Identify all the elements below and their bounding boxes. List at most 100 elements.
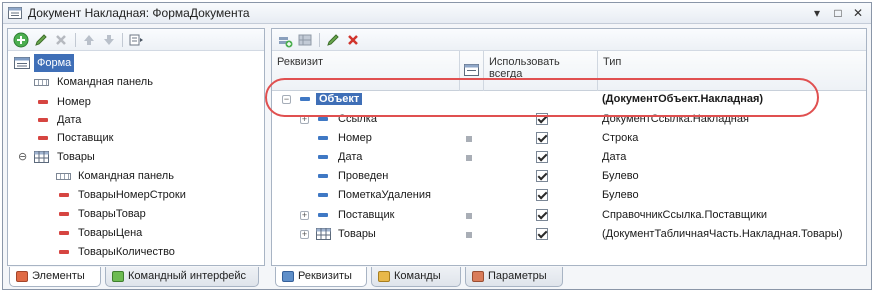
tree-item-goods[interactable]: ⊖ Товары	[12, 148, 262, 166]
table-icon	[34, 151, 49, 163]
collapse-icon[interactable]: −	[282, 95, 291, 104]
toolbar-separator	[122, 33, 123, 47]
add-attribute-icon[interactable]	[277, 32, 293, 48]
tree-item-label: Командная панель	[78, 170, 174, 182]
grid-row-object[interactable]: − Объект (ДокументОбъект.Накладная)	[272, 90, 866, 109]
column-header-view-toggle[interactable]	[460, 51, 484, 91]
attribute-name: Товары	[338, 228, 376, 240]
tree-item-goods-quantity[interactable]: ТоварыКоличество	[12, 243, 262, 261]
use-always-checkbox[interactable]	[536, 228, 548, 240]
column-header-label: Тип	[603, 56, 622, 68]
tree-item-goods-price[interactable]: ТоварыЦена	[12, 224, 262, 242]
use-always-checkbox[interactable]	[536, 209, 548, 221]
tree-item-command-panel[interactable]: Командная панель	[12, 73, 262, 91]
add-icon[interactable]	[13, 32, 29, 48]
grid-header: Реквизит Использовать всегда Тип	[272, 51, 866, 91]
right-tabs: Реквизиты Команды Параметры	[271, 267, 867, 289]
grid-row-posted[interactable]: Проведен Булево	[272, 167, 866, 186]
attribute-type: Строка	[602, 132, 639, 144]
move-up-icon[interactable]	[81, 32, 97, 48]
more-icon[interactable]	[128, 32, 144, 48]
tab-label: Командный интерфейс	[128, 270, 247, 282]
attributes-toolbar	[272, 29, 866, 51]
column-header-use-always[interactable]: Использовать всегда	[484, 51, 598, 91]
form-icon	[8, 7, 22, 19]
move-down-icon[interactable]	[101, 32, 117, 48]
grid-row-deletion-mark[interactable]: ПометкаУдаления Булево	[272, 186, 866, 205]
attribute-type: Булево	[602, 189, 639, 201]
toolbar-separator	[75, 33, 76, 47]
elements-toolbar	[8, 29, 264, 51]
use-always-checkbox[interactable]	[536, 189, 548, 201]
view-marker	[466, 155, 472, 161]
tab-label: Команды	[394, 270, 441, 282]
elements-icon	[16, 271, 28, 282]
toolbar-separator	[319, 33, 320, 47]
grid-row-link[interactable]: + Ссылка ДокументСсылка.Накладная	[272, 110, 866, 129]
tab-elements[interactable]: Элементы	[9, 267, 101, 287]
field-icon	[59, 231, 69, 235]
tab-attributes[interactable]: Реквизиты	[275, 267, 367, 287]
attribute-icon	[318, 213, 328, 217]
use-always-checkbox[interactable]	[536, 113, 548, 125]
tree-item-number[interactable]: Номер	[12, 93, 262, 111]
command-interface-icon	[112, 271, 124, 282]
form-editor-window: Документ Накладная: ФормаДокумента ▾ □ ✕	[2, 2, 872, 290]
window-title: Документ Накладная: ФормаДокумента	[28, 6, 250, 20]
field-icon	[59, 212, 69, 216]
expand-icon[interactable]: +	[300, 211, 309, 220]
view-marker	[466, 232, 472, 238]
grid-row-date[interactable]: Дата Дата	[272, 148, 866, 167]
grid-row-goods[interactable]: + Товары (ДокументТабличнаяЧасть.Накладн…	[272, 225, 866, 244]
tree-item-date[interactable]: Дата	[12, 111, 262, 129]
attribute-icon	[318, 174, 328, 178]
edit-icon[interactable]	[325, 32, 341, 48]
tab-parameters[interactable]: Параметры	[465, 267, 563, 287]
tree-item-goods-command-panel[interactable]: Командная панель	[12, 167, 262, 185]
add-table-icon[interactable]	[297, 32, 313, 48]
collapse-icon[interactable]: ⊖	[18, 148, 27, 166]
edit-icon[interactable]	[33, 32, 49, 48]
delete-icon[interactable]	[345, 32, 361, 48]
attribute-icon	[318, 155, 328, 159]
form-icon	[14, 57, 30, 69]
grid-row-number[interactable]: Номер Строка	[272, 129, 866, 148]
maximize-button[interactable]: □	[829, 5, 847, 21]
use-always-checkbox[interactable]	[536, 132, 548, 144]
tree-item-goods-product[interactable]: ТоварыТовар	[12, 205, 262, 223]
title-bar: Документ Накладная: ФормаДокумента ▾ □ ✕	[3, 3, 871, 24]
attributes-icon	[282, 271, 294, 282]
close-button[interactable]: ✕	[849, 5, 867, 21]
attribute-name: Объект	[316, 93, 363, 105]
field-icon	[38, 118, 48, 122]
delete-icon[interactable]	[53, 32, 69, 48]
field-icon	[38, 100, 48, 104]
column-header-label: Использовать всегда	[489, 56, 560, 80]
attribute-type: СправочникСсылка.Поставщики	[602, 209, 768, 221]
column-header-type[interactable]: Тип	[598, 51, 866, 91]
tab-commands[interactable]: Команды	[371, 267, 461, 287]
column-header-attribute[interactable]: Реквизит	[272, 51, 460, 91]
window-menu-button[interactable]: ▾	[808, 5, 826, 21]
attribute-type: (ДокументОбъект.Накладная)	[602, 93, 764, 105]
attributes-panel: Реквизит Использовать всегда Тип − Объек…	[271, 28, 867, 266]
grid-row-supplier[interactable]: + Поставщик СправочникСсылка.Поставщики	[272, 206, 866, 225]
field-icon	[59, 250, 69, 254]
expand-icon[interactable]: +	[300, 230, 309, 239]
command-panel-icon	[34, 79, 49, 86]
tree-item-goods-line-number[interactable]: ТоварыНомерСтроки	[12, 186, 262, 204]
attribute-icon	[300, 97, 310, 101]
tree-item-supplier[interactable]: Поставщик	[12, 129, 262, 147]
tab-label: Параметры	[488, 270, 547, 282]
table-icon	[316, 228, 331, 240]
field-icon	[59, 193, 69, 197]
field-icon	[38, 136, 48, 140]
left-tabs: Элементы Командный интерфейс	[7, 267, 265, 289]
tree-item-label: Номер	[57, 96, 91, 108]
view-marker	[466, 213, 472, 219]
tree-root-form[interactable]: Форма	[12, 54, 262, 72]
tab-command-interface[interactable]: Командный интерфейс	[105, 267, 259, 287]
expand-icon[interactable]: +	[300, 115, 309, 124]
use-always-checkbox[interactable]	[536, 170, 548, 182]
use-always-checkbox[interactable]	[536, 151, 548, 163]
